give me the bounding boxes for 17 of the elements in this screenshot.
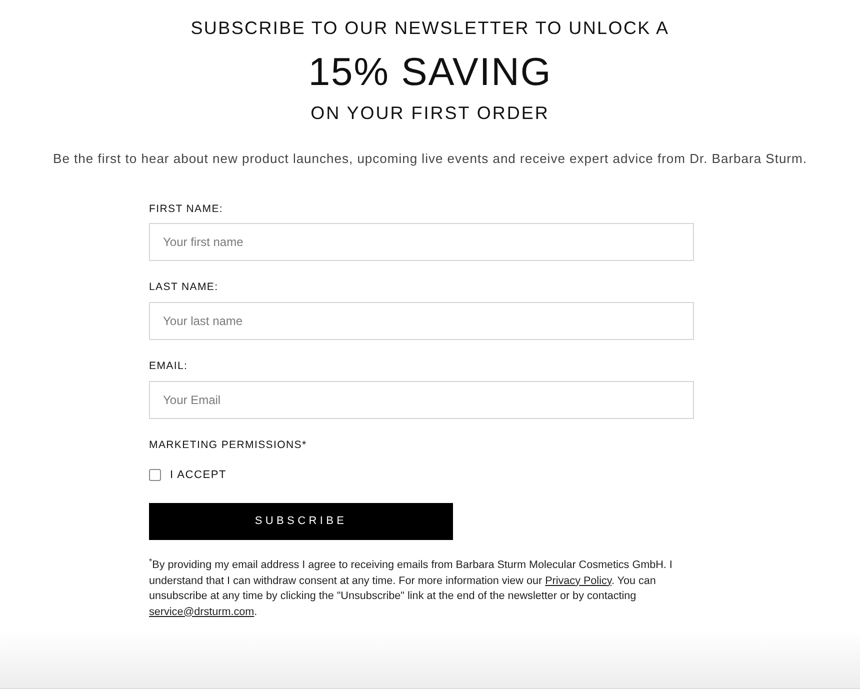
input-field[interactable]: Your first name [149,223,694,261]
subscribe-button[interactable]: SUBSCRIBE [149,503,453,540]
field-label: EMAIL: [149,359,188,373]
checkbox[interactable] [149,469,161,481]
field-label: MARKETING PERMISSIONS* [149,438,307,452]
heading-line: SUBSCRIBE TO OUR NEWSLETTER TO UNLOCK A [190,17,670,40]
heading-offer: 15% SAVING [308,51,552,95]
input-field[interactable]: Your last name [149,302,694,340]
field-label: LAST NAME: [149,280,218,294]
text-link[interactable]: Privacy Policy [545,574,612,586]
checkbox-label[interactable]: I ACCEPT [170,468,227,482]
text-link[interactable]: service@drsturm.com [149,606,254,618]
field-label: FIRST NAME: [149,202,224,216]
input-field[interactable]: Your Email [149,381,694,419]
intro-text: Be the first to hear about new product launches, upcoming live events and receive expert advice from Dr. Barbara Sturm. [53,151,807,167]
heading-line: ON YOUR FIRST ORDER [310,102,550,125]
disclaimer-text: $^{*}$By providing my email address I agree to receiving emails from Barbara Sturm Molecular Cosmetics GmbH. I understand that I can withdraw consent at any time. For more information view our Privacy Policy. You can unsubscribe at any time by clicking the "Unsubscribe" link at the end of the newsletter or by contacting service@drsturm.com. [149,558,674,620]
